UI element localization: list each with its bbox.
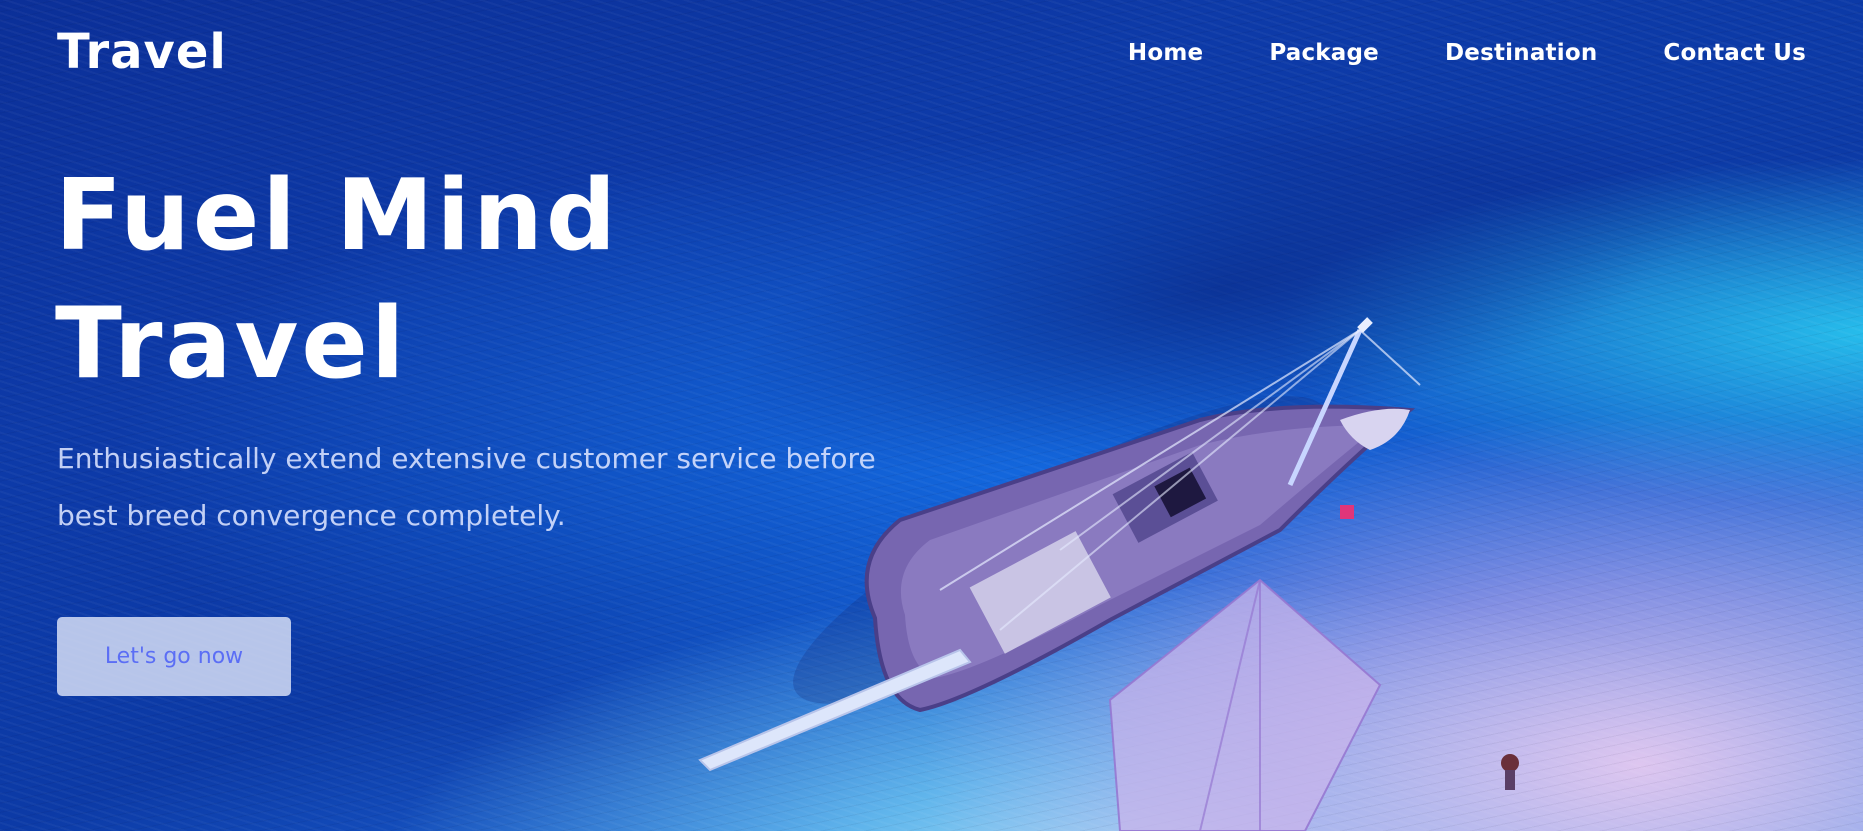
- hero-subtext-line-2: best breed convergence completely.: [57, 499, 566, 532]
- lets-go-now-button[interactable]: Let's go now: [57, 617, 291, 696]
- primary-nav: Home Package Destination Contact Us: [1128, 40, 1806, 66]
- hero-subtext-line-1: Enthusiastically extend extensive custom…: [57, 442, 876, 475]
- hero-subtext: Enthusiastically extend extensive custom…: [57, 430, 937, 544]
- navbar: Travel Home Package Destination Contact …: [0, 0, 1863, 110]
- nav-link-package[interactable]: Package: [1269, 40, 1379, 66]
- nav-link-home[interactable]: Home: [1128, 40, 1203, 66]
- hero-headline-line-1: Fuel Mind: [55, 159, 620, 273]
- hero-headline: Fuel Mind Travel: [55, 152, 619, 408]
- nav-link-contact-us[interactable]: Contact Us: [1663, 40, 1806, 66]
- hero-section: Travel Home Package Destination Contact …: [0, 0, 1863, 831]
- hero-headline-line-2: Travel: [55, 287, 408, 401]
- nav-link-destination[interactable]: Destination: [1445, 40, 1597, 66]
- boat-illustration: [698, 317, 1519, 831]
- brand-logo[interactable]: Travel: [57, 24, 227, 80]
